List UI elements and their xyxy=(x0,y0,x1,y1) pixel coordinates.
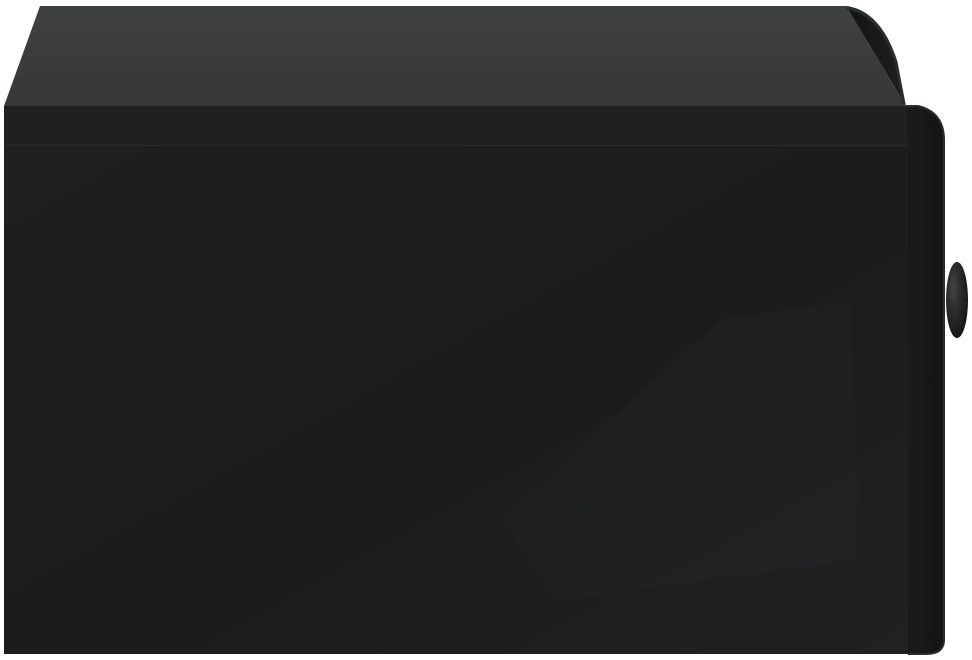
product-photo xyxy=(0,0,972,660)
nightstand-illustration xyxy=(4,6,968,655)
top-front-edge xyxy=(4,106,908,146)
top-surface xyxy=(4,6,906,106)
drawer-knob xyxy=(946,262,968,338)
